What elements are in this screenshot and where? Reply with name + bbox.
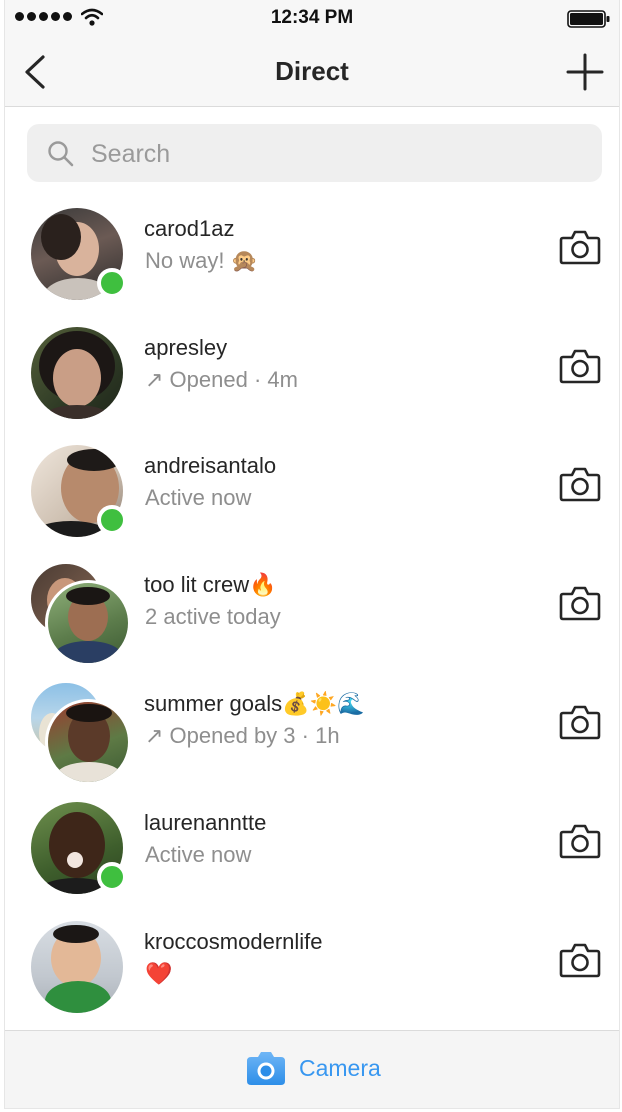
- avatar: [31, 327, 123, 419]
- thread-row[interactable]: apresley ↗ Opened · 4m: [5, 311, 619, 429]
- camera-icon[interactable]: [559, 465, 601, 503]
- thread-username: kroccosmodernlife: [144, 929, 323, 954]
- search-bar[interactable]: [27, 124, 602, 184]
- app-frame: 12:34 PM Direct carod1az No: [4, 0, 620, 1109]
- avatar: [31, 921, 123, 1013]
- camera-icon[interactable]: [559, 584, 601, 622]
- thread-username: summer goals💰☀️🌊: [144, 691, 365, 716]
- thread-row[interactable]: andreisantalo Active now: [5, 429, 619, 547]
- bottom-bar: Camera: [5, 1030, 619, 1108]
- thread-username: carod1az: [144, 216, 235, 241]
- camera-icon[interactable]: [559, 228, 601, 266]
- search-input[interactable]: [89, 124, 573, 184]
- thread-row[interactable]: kroccosmodernlife ❤️: [5, 905, 619, 1023]
- status-bar: 12:34 PM: [5, 0, 619, 36]
- online-indicator: [97, 505, 127, 535]
- thread-preview: Active now: [145, 842, 252, 867]
- thread-username: too lit crew🔥: [144, 572, 277, 597]
- online-indicator: [97, 268, 127, 298]
- search-icon: [48, 141, 74, 167]
- group-avatar-front: [45, 699, 131, 785]
- thread-row[interactable]: summer goals💰☀️🌊 ↗ Opened by 3 · 1h: [5, 667, 619, 785]
- thread-username: laurenanntte: [144, 810, 267, 835]
- camera-button[interactable]: Camera: [245, 1049, 381, 1087]
- thread-username: andreisantalo: [144, 453, 277, 478]
- camera-icon[interactable]: [559, 347, 601, 385]
- thread-preview: No way! 🙊: [145, 248, 258, 273]
- navigation-bar: Direct: [5, 36, 619, 107]
- thread-username: apresley: [144, 335, 228, 360]
- thread-preview: ❤️: [145, 961, 173, 986]
- camera-icon: [247, 1052, 285, 1085]
- thread-preview: ↗ Opened · 4m: [145, 367, 298, 392]
- camera-button-label: Camera: [299, 1054, 381, 1081]
- thread-row[interactable]: laurenanntte Active now: [5, 786, 619, 904]
- thread-preview: ↗ Opened by 3 · 1h: [145, 723, 340, 748]
- battery-icon: [567, 10, 610, 28]
- online-indicator: [97, 862, 127, 892]
- page-title: Direct: [275, 56, 349, 86]
- camera-icon[interactable]: [559, 941, 601, 979]
- thread-preview: 2 active today: [145, 604, 281, 629]
- camera-icon[interactable]: [559, 703, 601, 741]
- group-avatar-front: [45, 580, 131, 666]
- thread-preview: Active now: [145, 485, 252, 510]
- plus-icon[interactable]: [565, 52, 605, 92]
- status-time: 12:34 PM: [270, 7, 354, 28]
- thread-row[interactable]: too lit crew🔥 2 active today: [5, 548, 619, 666]
- camera-icon[interactable]: [559, 822, 601, 860]
- thread-row[interactable]: carod1az No way! 🙊: [5, 192, 619, 310]
